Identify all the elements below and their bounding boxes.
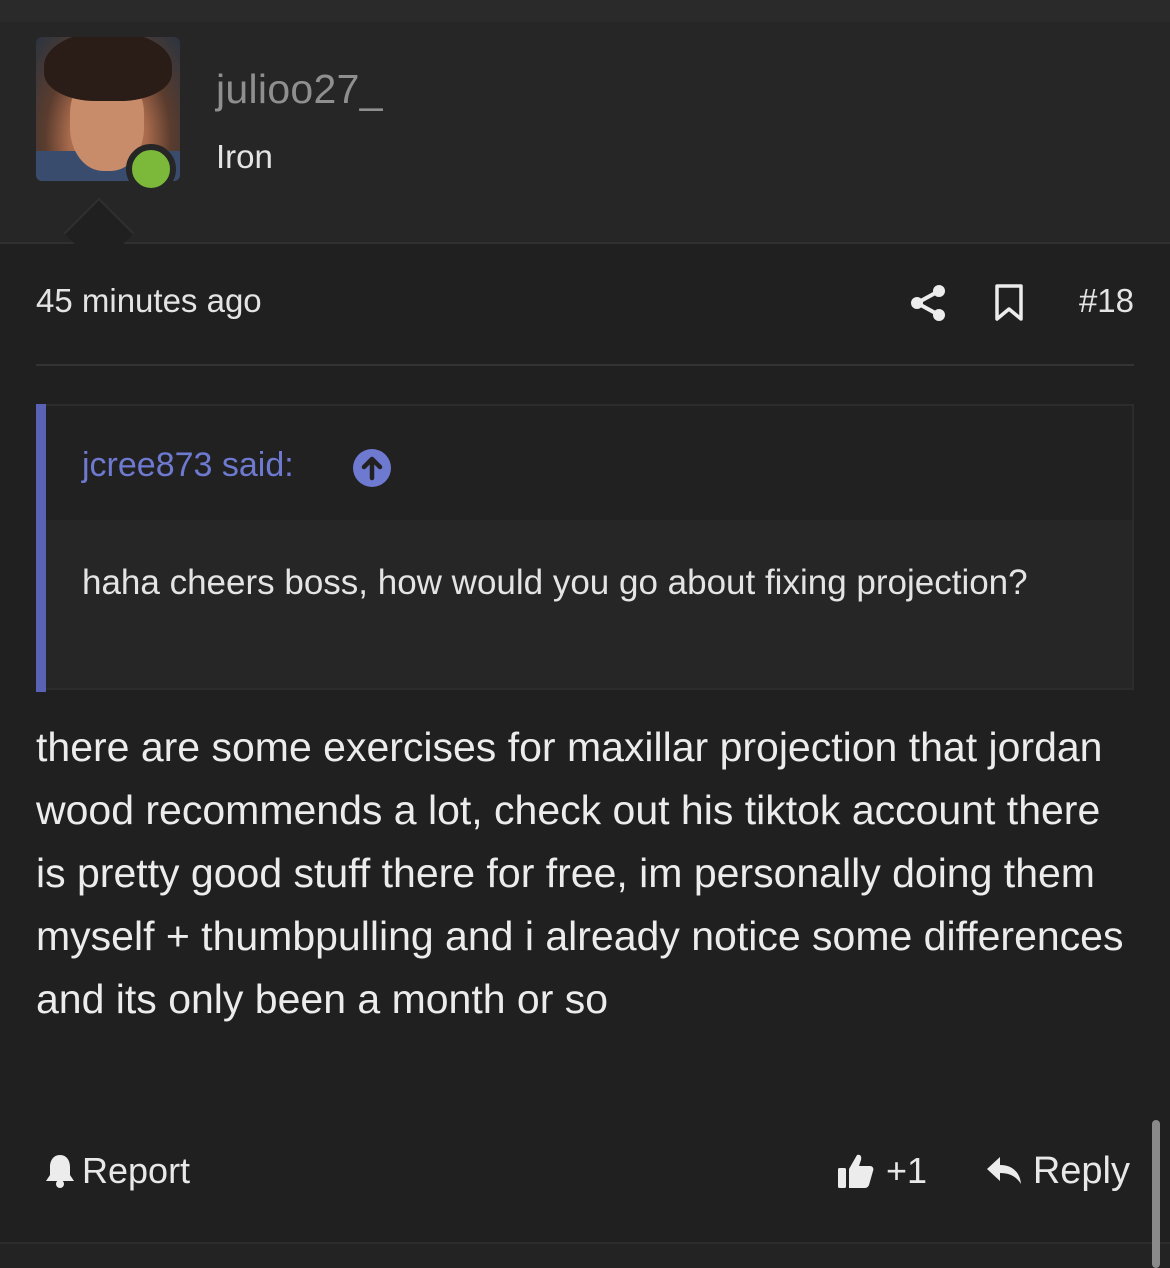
quote-block: jcree873 said: haha cheers boss, how wou… — [36, 404, 1134, 692]
report-label: Report — [82, 1150, 191, 1191]
bookmark-icon[interactable] — [994, 284, 1024, 322]
avatar-container[interactable] — [36, 37, 180, 194]
quote-header[interactable]: jcree873 said: — [46, 406, 1132, 520]
avatar-hair — [44, 37, 172, 101]
bell-icon — [46, 1155, 74, 1188]
report-button[interactable]: Report — [44, 1144, 190, 1198]
post-user-header: julioo27_ Iron — [0, 22, 1170, 244]
meta-divider — [36, 364, 1134, 366]
arrow-up-circle-icon[interactable] — [352, 448, 392, 488]
post-timestamp[interactable]: 45 minutes ago — [36, 282, 262, 320]
share-icon[interactable] — [910, 284, 946, 322]
like-count: +1 — [886, 1150, 928, 1191]
reply-arrow-icon — [986, 1157, 1021, 1184]
reply-label: Reply — [1032, 1149, 1130, 1192]
quote-text: haha cheers boss, how would you go about… — [82, 563, 1028, 602]
bottom-strip — [0, 1244, 1170, 1268]
like-button[interactable]: +1 — [836, 1144, 927, 1198]
post-number[interactable]: #18 — [1079, 282, 1134, 320]
online-status-indicator — [126, 144, 176, 194]
post-actions: Report +1 Reply — [36, 1144, 1134, 1198]
username[interactable]: julioo27_ — [216, 66, 383, 113]
reply-button[interactable]: Reply — [985, 1144, 1130, 1198]
top-strip — [0, 0, 1170, 22]
post-body-text: there are some exercises for maxillar pr… — [36, 724, 1124, 1022]
scrollbar[interactable] — [1152, 1120, 1160, 1268]
quote-author[interactable]: jcree873 said: — [82, 446, 294, 485]
post-meta-bar: 45 minutes ago #18 — [36, 282, 1134, 326]
quote-accent-bar — [36, 404, 46, 692]
thumbs-up-icon — [838, 1154, 874, 1188]
user-rank: Iron — [216, 138, 273, 175]
